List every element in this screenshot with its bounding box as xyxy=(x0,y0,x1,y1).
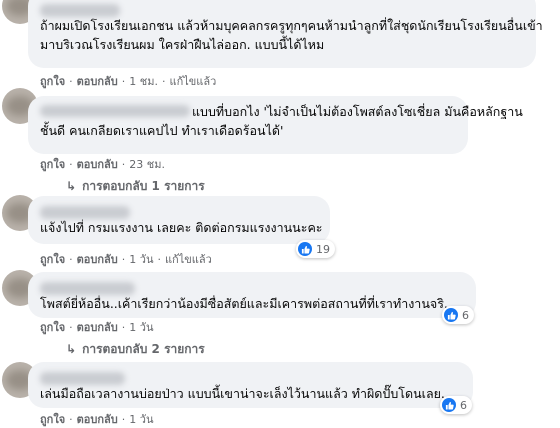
edited-label: แก้ไขแล้ว xyxy=(169,75,217,88)
reaction-count[interactable]: 6 xyxy=(442,306,474,324)
like-button[interactable]: ถูกใจ xyxy=(40,158,65,171)
comment-text-line: เล่นมือถือเวลางานบ่อยป่าว แบบนี้เขาน่าจะ… xyxy=(40,386,449,401)
comment-text-line: ชั้นดี คนเกลียดเราแคปไป ทำเราเดือดร้อนได… xyxy=(40,123,284,138)
replies-count-label: การตอบกลับ 2 รายการ xyxy=(82,342,205,356)
comment-bubble: โพสต์ยี่ห้ออื่น..เค้าเรียกว่าน้องมีซื่อส… xyxy=(28,272,476,318)
timestamp[interactable]: 1 วัน xyxy=(129,413,153,426)
reaction-count-number: 6 xyxy=(460,398,467,412)
commenter-name-blurred[interactable] xyxy=(40,282,135,295)
reply-arrow-icon: ↳ xyxy=(66,179,77,193)
reply-button[interactable]: ตอบกลับ xyxy=(77,321,118,334)
comment-actions: ถูกใจ · ตอบกลับ · 1 วัน · แก้ไขแล้ว xyxy=(40,253,212,266)
timestamp[interactable]: 1 ชม. xyxy=(129,75,158,88)
reaction-count[interactable]: 6 xyxy=(440,396,472,414)
like-reaction-icon xyxy=(298,242,312,256)
comment-text-line: โพสต์ยี่ห้ออื่น..เค้าเรียกว่าน้องมีซื่อส… xyxy=(40,296,452,311)
reply-button[interactable]: ตอบกลับ xyxy=(77,253,118,266)
comment-bubble: เล่นมือถือเวลางานบ่อยป่าว แบบนี้เขาน่าจะ… xyxy=(28,362,473,408)
like-reaction-icon xyxy=(444,308,458,322)
commenter-name-blurred[interactable] xyxy=(40,105,190,117)
commenter-name-blurred[interactable] xyxy=(40,372,125,385)
commenter-name-blurred[interactable] xyxy=(40,206,130,219)
comment-actions: ถูกใจ · ตอบกลับ · 1 วัน xyxy=(40,321,154,334)
view-replies-button[interactable]: ↳ การตอบกลับ 2 รายการ xyxy=(66,340,205,359)
reaction-count-number: 6 xyxy=(462,308,469,322)
comment-bubble: แบบที่บอกไง 'ไม่จำเป็นไม่ต้องโพสต์ลงโซเช… xyxy=(28,96,523,154)
reply-button[interactable]: ตอบกลับ xyxy=(77,158,118,171)
comment-bubble: ถ้าผมเปิดโรงเรียนเอกชน แล้วห้ามบุคคลกรคร… xyxy=(28,0,543,68)
comment-text-line: มาบริเวณโรงเรียนผม ใครฝ่าฝืนไล่ออก. แบบน… xyxy=(40,37,325,52)
timestamp[interactable]: 23 ชม. xyxy=(129,158,165,171)
timestamp[interactable]: 1 วัน xyxy=(129,321,153,334)
like-button[interactable]: ถูกใจ xyxy=(40,253,65,266)
reply-button[interactable]: ตอบกลับ xyxy=(77,75,118,88)
comment-actions: ถูกใจ · ตอบกลับ · 1 วัน xyxy=(40,413,154,426)
view-replies-button[interactable]: ↳ การตอบกลับ 1 รายการ xyxy=(66,177,205,196)
commenter-name-blurred[interactable] xyxy=(40,4,120,17)
comment-text-line: ถ้าผมเปิดโรงเรียนเอกชน แล้วห้ามบุคคลกรคร… xyxy=(40,18,543,33)
replies-count-label: การตอบกลับ 1 รายการ xyxy=(82,179,205,193)
like-button[interactable]: ถูกใจ xyxy=(40,413,65,426)
like-button[interactable]: ถูกใจ xyxy=(40,321,65,334)
comment-bubble: แจ้งไปที่ กรมแรงงาน เลยคะ ติดต่อกรมแรงงา… xyxy=(28,196,330,244)
reaction-count-number: 19 xyxy=(316,242,330,256)
comment-text-line: แจ้งไปที่ กรมแรงงาน เลยคะ ติดต่อกรมแรงงา… xyxy=(40,220,323,235)
like-button[interactable]: ถูกใจ xyxy=(40,75,65,88)
reaction-count[interactable]: 19 xyxy=(296,240,335,258)
reply-button[interactable]: ตอบกลับ xyxy=(77,413,118,426)
timestamp[interactable]: 1 วัน xyxy=(129,253,153,266)
edited-label: แก้ไขแล้ว xyxy=(164,253,212,266)
comment-actions: ถูกใจ · ตอบกลับ · 1 ชม. · แก้ไขแล้ว xyxy=(40,75,217,88)
comment-actions: ถูกใจ · ตอบกลับ · 23 ชม. xyxy=(40,158,165,171)
reply-arrow-icon: ↳ xyxy=(66,342,77,356)
like-reaction-icon xyxy=(442,398,456,412)
comment-text-line: แบบที่บอกไง 'ไม่จำเป็นไม่ต้องโพสต์ลงโซเช… xyxy=(192,104,523,119)
